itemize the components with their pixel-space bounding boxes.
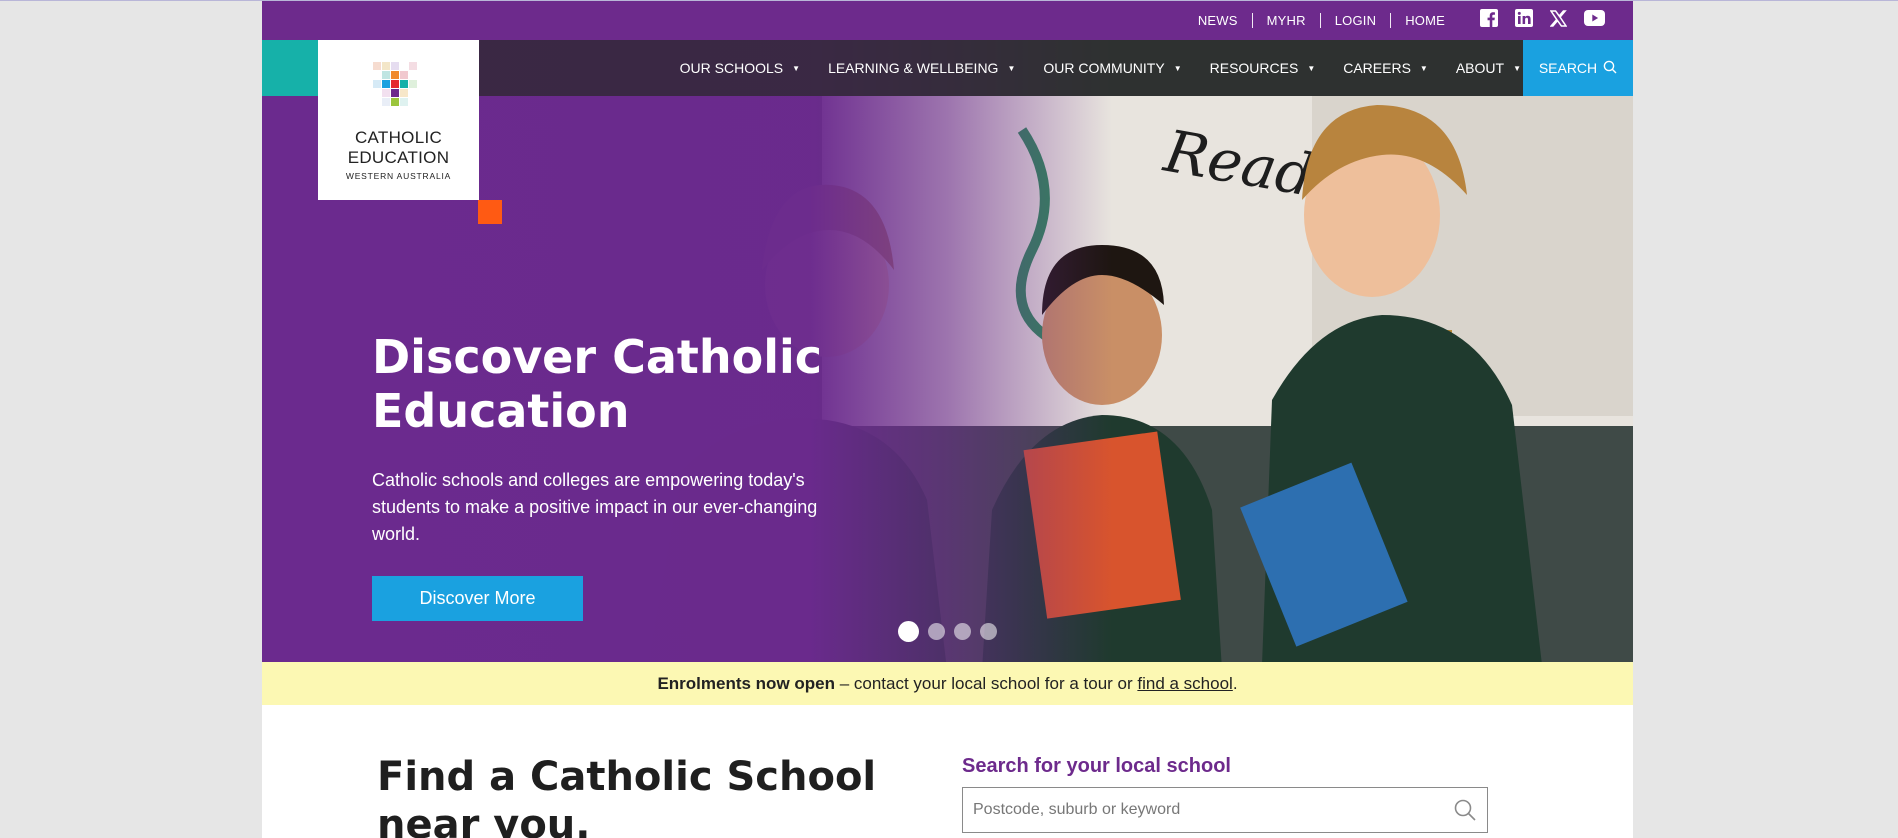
utility-link-login[interactable]: LOGIN (1335, 13, 1376, 28)
hero-subtitle: Catholic schools and colleges are empowe… (372, 470, 818, 544)
search-icon[interactable] (1453, 798, 1477, 827)
utility-separator (1390, 13, 1392, 28)
search-icon (1603, 60, 1617, 77)
enrolment-banner: Enrolments now open – contact your local… (262, 662, 1633, 705)
carousel-dots (898, 621, 997, 642)
caret-down-icon: ▼ (792, 63, 801, 73)
logo-mosaic-icon (373, 62, 417, 106)
utility-links: NEWS MYHR LOGIN HOME (1198, 1, 1445, 40)
caret-down-icon: ▼ (1007, 63, 1016, 73)
orange-accent-square (478, 200, 502, 224)
utility-separator (1319, 13, 1321, 28)
carousel-dot-1[interactable] (898, 621, 919, 642)
search-button-label: SEARCH (1538, 60, 1598, 76)
x-icon[interactable] (1549, 9, 1568, 32)
find-a-school-link[interactable]: find a school (1137, 674, 1232, 693)
logo-wordmark: CATHOLIC EDUCATION WESTERN AUSTRALIA (318, 128, 479, 181)
discover-more-button[interactable]: Discover More (372, 576, 583, 621)
banner-text: – contact your local school for a tour o… (835, 673, 1138, 693)
utility-link-news[interactable]: NEWS (1198, 13, 1238, 28)
carousel-dot-3[interactable] (954, 623, 971, 640)
banner-end: . (1232, 673, 1238, 693)
caret-down-icon: ▼ (1513, 63, 1521, 73)
nav-item-about[interactable]: ABOUT ▼ (1456, 60, 1521, 76)
find-school-heading: Find a Catholic School near you. (377, 754, 877, 838)
caret-down-icon: ▼ (1173, 63, 1182, 73)
nav-item-label: OUR COMMUNITY (1043, 60, 1165, 76)
teal-accent-block (262, 40, 318, 96)
nav-item-careers[interactable]: CAREERS ▼ (1343, 60, 1428, 76)
nav-menu: OUR SCHOOLS ▼ LEARNING & WELLBEING ▼ OUR C… (652, 40, 1521, 96)
social-links (1480, 1, 1605, 40)
nav-item-learning-wellbeing[interactable]: LEARNING & WELLBEING ▼ (828, 60, 1015, 76)
nav-item-our-schools[interactable]: OUR SCHOOLS ▼ (680, 60, 800, 76)
hero-title: Discover Catholic Education (372, 330, 823, 438)
linkedin-icon[interactable] (1515, 9, 1533, 32)
logo-line-1: CATHOLIC (354, 128, 443, 147)
search-school-label: Search for your local school (962, 755, 1231, 777)
school-search-input[interactable] (973, 788, 1433, 832)
nav-item-our-community[interactable]: OUR COMMUNITY ▼ (1043, 60, 1181, 76)
site-container: NEWS MYHR LOGIN HOME OUR SCHOOLS ▼ LEARN… (262, 1, 1633, 838)
utility-separator (1251, 13, 1253, 28)
utility-link-home[interactable]: HOME (1405, 13, 1445, 28)
carousel-dot-2[interactable] (928, 623, 945, 640)
caret-down-icon: ▼ (1419, 63, 1428, 73)
search-button[interactable]: SEARCH (1523, 40, 1633, 96)
nav-item-label: LEARNING & WELLBEING (828, 60, 999, 76)
nav-item-resources[interactable]: RESOURCES ▼ (1210, 60, 1316, 76)
hero-carousel: Reading OUR SCHOOLS▼ LEARNING & WELLBEIN… (262, 40, 1633, 662)
youtube-icon[interactable] (1584, 10, 1605, 31)
school-search-box (962, 787, 1488, 833)
nav-item-label: ABOUT (1455, 60, 1505, 76)
caret-down-icon: ▼ (1307, 63, 1316, 73)
nav-item-label: OUR SCHOOLS (679, 60, 784, 76)
site-logo[interactable]: CATHOLIC EDUCATION WESTERN AUSTRALIA (318, 40, 479, 200)
logo-line-3: WESTERN AUSTRALIA (345, 171, 452, 181)
nav-item-label: CAREERS (1343, 60, 1411, 76)
banner-bold-text: Enrolments now open (657, 673, 835, 693)
utility-bar: NEWS MYHR LOGIN HOME (262, 1, 1633, 40)
nav-item-label: RESOURCES (1209, 60, 1299, 76)
facebook-icon[interactable] (1480, 9, 1498, 32)
logo-line-2: EDUCATION (347, 148, 450, 167)
carousel-dot-4[interactable] (980, 623, 997, 640)
utility-link-myhr[interactable]: MYHR (1267, 13, 1306, 28)
